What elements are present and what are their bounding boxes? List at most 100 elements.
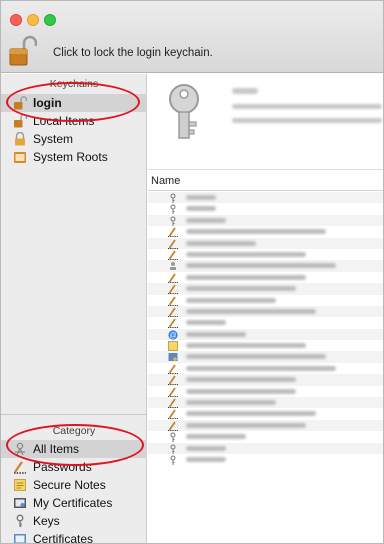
item-name-redacted: [186, 286, 296, 292]
list-item[interactable]: @: [148, 328, 383, 341]
list-item[interactable]: [148, 272, 383, 283]
item-name-redacted: [186, 263, 336, 269]
item-name-redacted: [186, 434, 246, 440]
key-icon: [168, 444, 178, 454]
item-name-redacted: [186, 456, 226, 462]
minimize-window-button[interactable]: [27, 14, 39, 26]
item-name-redacted: [186, 331, 246, 337]
pencil-icon: [168, 307, 178, 317]
list-item[interactable]: [148, 374, 383, 386]
list-item[interactable]: [148, 454, 383, 465]
key-icon: [168, 432, 178, 443]
note-icon: [168, 341, 178, 352]
item-kind-redacted: [232, 104, 382, 109]
sidebar-item-secure-notes[interactable]: Secure Notes: [1, 476, 147, 494]
item-name-redacted: [186, 377, 296, 383]
zoom-window-button[interactable]: [44, 14, 56, 26]
list-item[interactable]: [148, 260, 383, 272]
person-icon: [168, 261, 178, 271]
sidebar-item-certificates[interactable]: Certificates: [1, 530, 147, 544]
list-item[interactable]: [148, 295, 383, 306]
sidebar-item-all-items[interactable]: All Items: [1, 440, 147, 458]
lock-open-icon: [9, 35, 38, 66]
svg-text:@: @: [169, 332, 176, 339]
pencil-icon: [168, 398, 178, 409]
list-item[interactable]: [148, 283, 383, 295]
item-name-redacted: [186, 422, 306, 428]
list-item[interactable]: [148, 431, 383, 443]
list-item[interactable]: [148, 305, 383, 318]
sidebar-item-label: Certificates: [33, 532, 94, 544]
list-item[interactable]: [148, 237, 383, 249]
list-item[interactable]: [148, 249, 383, 260]
toolbar: Click to lock the login keychain.: [1, 1, 383, 73]
list-item[interactable]: [148, 442, 383, 454]
sidebar-item-label: login: [33, 96, 62, 110]
internet-password-icon: @: [168, 330, 178, 340]
list-item[interactable]: [148, 363, 383, 374]
column-header-name[interactable]: Name: [148, 171, 383, 191]
item-name-redacted: [186, 217, 226, 223]
sidebar-item-label: All Items: [33, 442, 80, 456]
item-name-redacted: [186, 308, 316, 314]
key-icon: [168, 193, 178, 203]
item-name-redacted: [186, 195, 216, 200]
list-item[interactable]: [148, 419, 383, 432]
cert-icon: [168, 352, 178, 362]
note-icon: [13, 478, 27, 492]
lock-toggle-button[interactable]: [7, 35, 38, 67]
item-name-redacted: [186, 297, 276, 303]
sidebar-item-passwords[interactable]: Passwords: [1, 458, 147, 476]
sidebar-item-login[interactable]: login: [1, 94, 147, 112]
pencil-icon: [168, 421, 178, 431]
list-item[interactable]: [148, 351, 383, 363]
item-name-redacted: [186, 206, 216, 212]
key-icon: [13, 514, 27, 528]
pencil-icon: [168, 250, 178, 260]
sidebar-item-label: Secure Notes: [33, 478, 106, 492]
sidebar-item-label: Keys: [33, 514, 60, 528]
pencil-icon: [168, 273, 178, 283]
pencil-icon: [168, 296, 178, 306]
list-item[interactable]: [148, 192, 383, 204]
list-item[interactable]: [148, 386, 383, 397]
item-name-redacted: [186, 411, 316, 417]
lock-icon: [13, 131, 27, 146]
certificate-icon: [13, 532, 27, 543]
sidebar-item-keys[interactable]: Keys: [1, 512, 147, 530]
all-items-icon: [13, 442, 27, 456]
list-item[interactable]: [148, 340, 383, 352]
sidebar-item-local-items[interactable]: Local Items: [1, 112, 147, 130]
lock-open-icon: [13, 114, 28, 128]
sidebar-item-label: Passwords: [33, 460, 92, 474]
item-name-redacted: [186, 240, 256, 246]
item-name-redacted: [186, 251, 306, 257]
key-icon: [168, 455, 178, 465]
sidebar-item-system[interactable]: System: [1, 130, 147, 148]
list-item[interactable]: [148, 226, 383, 238]
sidebar-item-system-roots[interactable]: System Roots: [1, 148, 147, 166]
sidebar-divider: [1, 414, 147, 415]
certificate-folder-icon: [13, 150, 27, 164]
pencil-icon: [13, 460, 27, 474]
list-item[interactable]: [148, 214, 383, 227]
item-detail-header: [148, 74, 383, 170]
keychains-header: Keychains: [49, 78, 99, 90]
certificate-icon: [13, 496, 27, 510]
list-item[interactable]: [148, 397, 383, 409]
list-item[interactable]: [148, 203, 383, 215]
items-list: @: [148, 192, 383, 465]
pencil-icon: [168, 364, 178, 374]
sidebar-item-label: Local Items: [33, 114, 95, 128]
sidebar-item-my-certificates[interactable]: My Certificates: [1, 494, 147, 512]
item-name-redacted: [186, 354, 326, 360]
lock-open-icon: [13, 96, 28, 110]
sidebar-item-label: My Certificates: [33, 496, 113, 510]
sidebar: Keychains login Local Items System Syste…: [1, 74, 147, 544]
list-item[interactable]: [148, 317, 383, 329]
close-window-button[interactable]: [10, 14, 22, 26]
item-name-redacted: [186, 229, 326, 235]
item-date-redacted: [232, 118, 382, 123]
item-name-redacted: [186, 365, 336, 371]
list-item[interactable]: [148, 408, 383, 420]
